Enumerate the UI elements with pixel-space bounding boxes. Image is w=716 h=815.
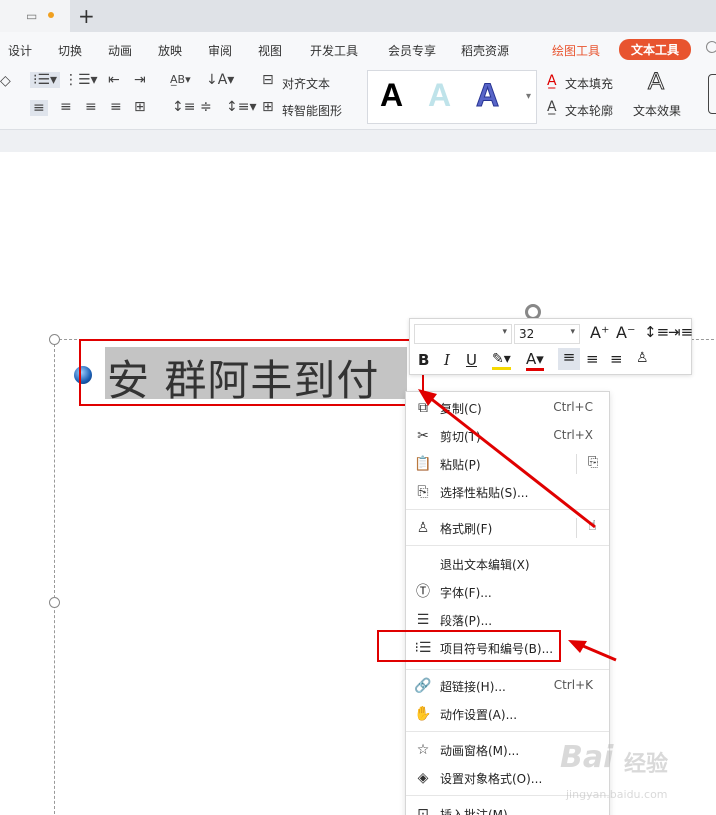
annotation-arrows xyxy=(418,389,617,662)
arrow-to-copy xyxy=(424,392,596,529)
watermark-brand-2: 经验 xyxy=(624,752,669,777)
app-window: ▭ + 设计 切换 动画 放映 审阅 视图 开发工具 会员专享 稻壳资源 绘图工… xyxy=(0,0,716,815)
watermark-brand: Bai xyxy=(560,740,614,775)
watermark-url: jingyan.baidu.com xyxy=(566,788,668,801)
arrowhead-copy xyxy=(418,389,437,406)
